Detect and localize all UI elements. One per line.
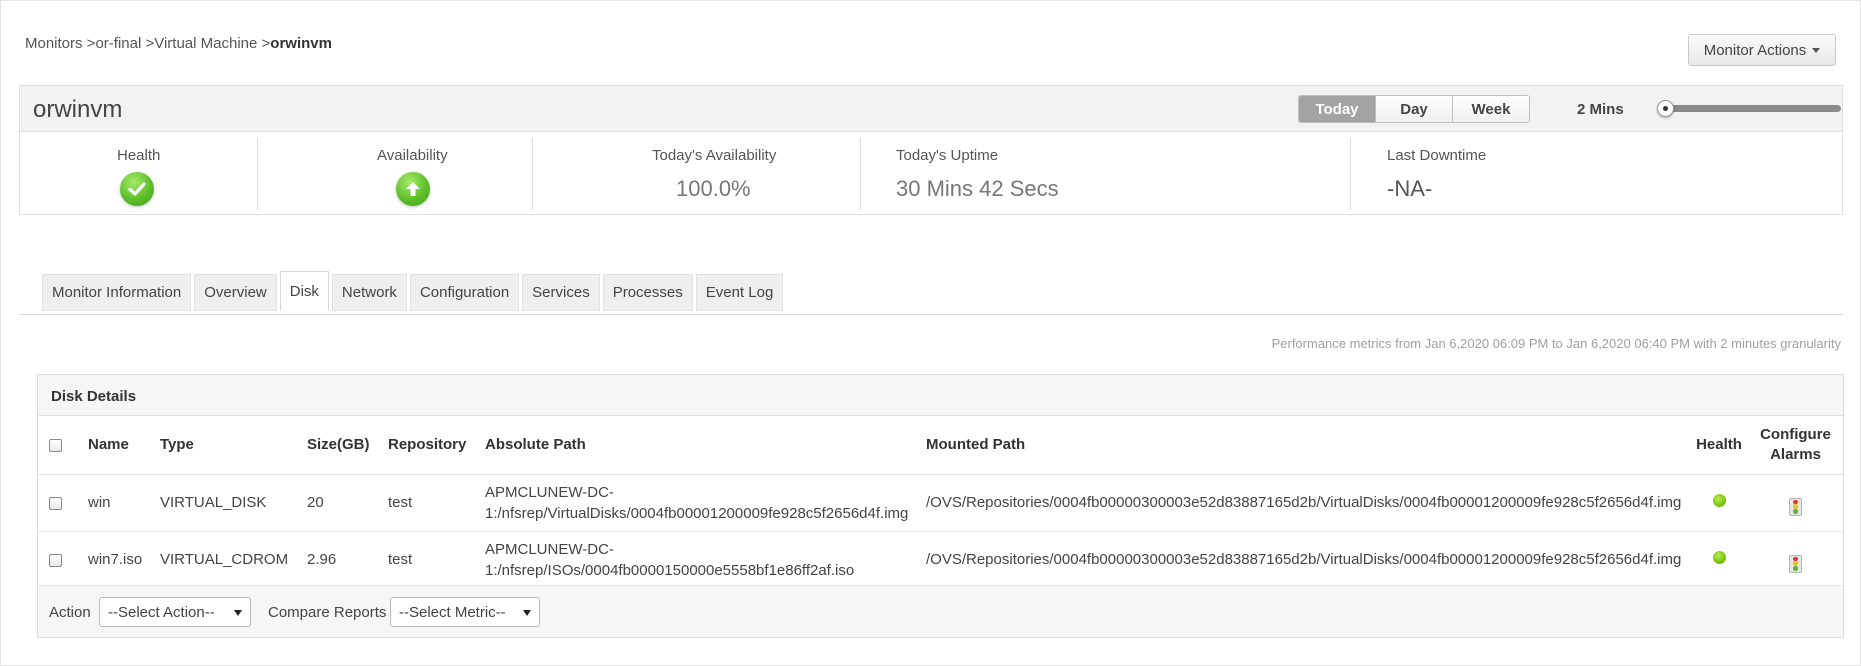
todays-availability-label: Today's Availability xyxy=(652,147,777,164)
last-downtime-value: -NA- xyxy=(1387,176,1433,201)
absolute-path-line2: 1:/nfsrep/VirtualDisks/0004fb00001200009… xyxy=(485,504,909,522)
table-row: win7.iso VIRTUAL_CDROM 2.96 test APMCLUN… xyxy=(38,531,1843,589)
tab-services[interactable]: Services xyxy=(522,274,600,311)
absolute-path-line2: 1:/nfsrep/ISOs/0004fb0000150000e5558bf1e… xyxy=(485,561,855,579)
last-downtime-label: Last Downtime xyxy=(1387,147,1487,164)
slider-track xyxy=(1661,105,1841,112)
row-checkbox[interactable] xyxy=(49,553,62,567)
cell-repository: test xyxy=(382,474,479,532)
column-size[interactable]: Size(GB) xyxy=(301,416,382,475)
period-week-button[interactable]: Week xyxy=(1453,96,1529,122)
tab-disk[interactable]: Disk xyxy=(279,271,329,311)
breadcrumb-monitors[interactable]: Monitors > xyxy=(25,35,95,52)
tab-configuration[interactable]: Configuration xyxy=(409,274,520,311)
select-metric-dropdown[interactable]: --Select Metric-- xyxy=(390,597,540,627)
breadcrumb: Monitors >or-final >Virtual Machine >orw… xyxy=(25,35,332,52)
column-type[interactable]: Type xyxy=(154,416,301,475)
todays-availability-value: 100.0% xyxy=(676,176,751,201)
column-configure-alarms: Configure Alarms xyxy=(1748,416,1843,475)
tab-bar: Monitor Information Overview Disk Networ… xyxy=(42,271,784,311)
health-check-icon xyxy=(120,172,154,206)
dropdown-arrow-icon xyxy=(234,610,242,616)
monitor-header: orwinvm Today Day Week 2 Mins xyxy=(19,85,1843,131)
cell-size: 20 xyxy=(301,474,382,532)
select-action-value: --Select Action-- xyxy=(108,603,215,621)
health-label: Health xyxy=(117,147,161,164)
breadcrumb-or-final[interactable]: or-final > xyxy=(95,35,154,52)
monitor-title: orwinvm xyxy=(33,96,123,123)
stat-divider xyxy=(860,138,861,210)
breadcrumb-virtual-machine[interactable]: Virtual Machine > xyxy=(154,35,270,52)
configure-alarms-line1: Configure xyxy=(1760,425,1831,443)
monitor-actions-button[interactable]: Monitor Actions xyxy=(1688,34,1836,66)
health-status-icon[interactable] xyxy=(1712,494,1726,507)
column-absolute-path[interactable]: Absolute Path xyxy=(479,416,920,475)
cell-repository: test xyxy=(382,531,479,589)
caret-down-icon xyxy=(1812,47,1821,53)
cell-absolute-path: APMCLUNEW-DC- 1:/nfsrep/VirtualDisks/000… xyxy=(479,474,920,532)
panel-title: Disk Details xyxy=(51,388,137,405)
cell-absolute-path: APMCLUNEW-DC- 1:/nfsrep/ISOs/0004fb00001… xyxy=(479,531,920,589)
column-health[interactable]: Health xyxy=(1690,416,1748,475)
action-label: Action xyxy=(49,604,91,621)
breadcrumb-current: orwinvm xyxy=(270,35,332,52)
cell-type: VIRTUAL_CDROM xyxy=(154,531,301,589)
cell-type: VIRTUAL_DISK xyxy=(154,474,301,532)
dropdown-arrow-icon xyxy=(523,610,531,616)
period-selector: Today Day Week xyxy=(1298,95,1530,123)
tab-overview[interactable]: Overview xyxy=(194,274,277,311)
stat-divider xyxy=(257,138,258,210)
select-action-dropdown[interactable]: --Select Action-- xyxy=(99,597,251,627)
performance-metrics-note: Performance metrics from Jan 6,2020 06:0… xyxy=(1271,336,1841,351)
column-mounted-path[interactable]: Mounted Path xyxy=(920,416,1690,475)
column-repository[interactable]: Repository xyxy=(382,416,479,475)
cell-mounted-path: /OVS/Repositories/0004fb00000300003e52d8… xyxy=(920,474,1690,532)
compare-reports-label: Compare Reports xyxy=(268,604,387,621)
granularity-label: 2 Mins xyxy=(1577,101,1624,118)
availability-arrow-up-icon xyxy=(396,172,430,206)
stat-divider xyxy=(532,138,533,210)
todays-uptime-label: Today's Uptime xyxy=(896,147,999,164)
disk-table: Name Type Size(GB) Repository Absolute P… xyxy=(38,416,1843,589)
period-today-button[interactable]: Today xyxy=(1299,96,1376,122)
cell-mounted-path: /OVS/Repositories/0004fb00000300003e52d8… xyxy=(920,531,1690,589)
panel-header: Disk Details xyxy=(38,375,1843,416)
cell-name: win xyxy=(82,474,154,532)
todays-uptime-value: 30 Mins 42 Secs xyxy=(896,176,1059,201)
tab-monitor-information[interactable]: Monitor Information xyxy=(42,274,192,311)
availability-label: Availability xyxy=(377,147,448,164)
absolute-path-line1: APMCLUNEW-DC- xyxy=(485,540,614,558)
cell-name: win7.iso xyxy=(82,531,154,589)
monitor-actions-label: Monitor Actions xyxy=(1703,41,1807,59)
table-header-row: Name Type Size(GB) Repository Absolute P… xyxy=(38,416,1843,475)
summary-stats: Health Availability Today's Availability… xyxy=(19,131,1843,215)
column-name[interactable]: Name xyxy=(82,416,154,475)
health-status-icon[interactable] xyxy=(1712,551,1726,564)
tab-divider xyxy=(19,314,1843,315)
granularity-slider[interactable] xyxy=(1657,100,1841,117)
configure-alarms-line2: Alarms xyxy=(1770,445,1821,463)
stat-divider xyxy=(1350,138,1351,210)
slider-handle[interactable] xyxy=(1657,100,1674,117)
tab-processes[interactable]: Processes xyxy=(602,274,693,311)
absolute-path-line1: APMCLUNEW-DC- xyxy=(485,483,614,501)
row-checkbox[interactable] xyxy=(49,496,62,510)
configure-alarms-icon[interactable] xyxy=(1789,554,1802,573)
table-row: win VIRTUAL_DISK 20 test APMCLUNEW-DC- 1… xyxy=(38,474,1843,532)
disk-details-panel: Disk Details Name Type Size(GB) Reposito… xyxy=(37,374,1844,638)
select-all-checkbox[interactable] xyxy=(49,438,62,452)
cell-size: 2.96 xyxy=(301,531,382,589)
configure-alarms-icon[interactable] xyxy=(1789,497,1802,516)
tab-event-log[interactable]: Event Log xyxy=(695,274,784,311)
tab-network[interactable]: Network xyxy=(331,274,407,311)
select-metric-value: --Select Metric-- xyxy=(399,603,506,621)
period-day-button[interactable]: Day xyxy=(1376,96,1453,122)
panel-footer: Action --Select Action-- Compare Reports… xyxy=(38,585,1843,637)
